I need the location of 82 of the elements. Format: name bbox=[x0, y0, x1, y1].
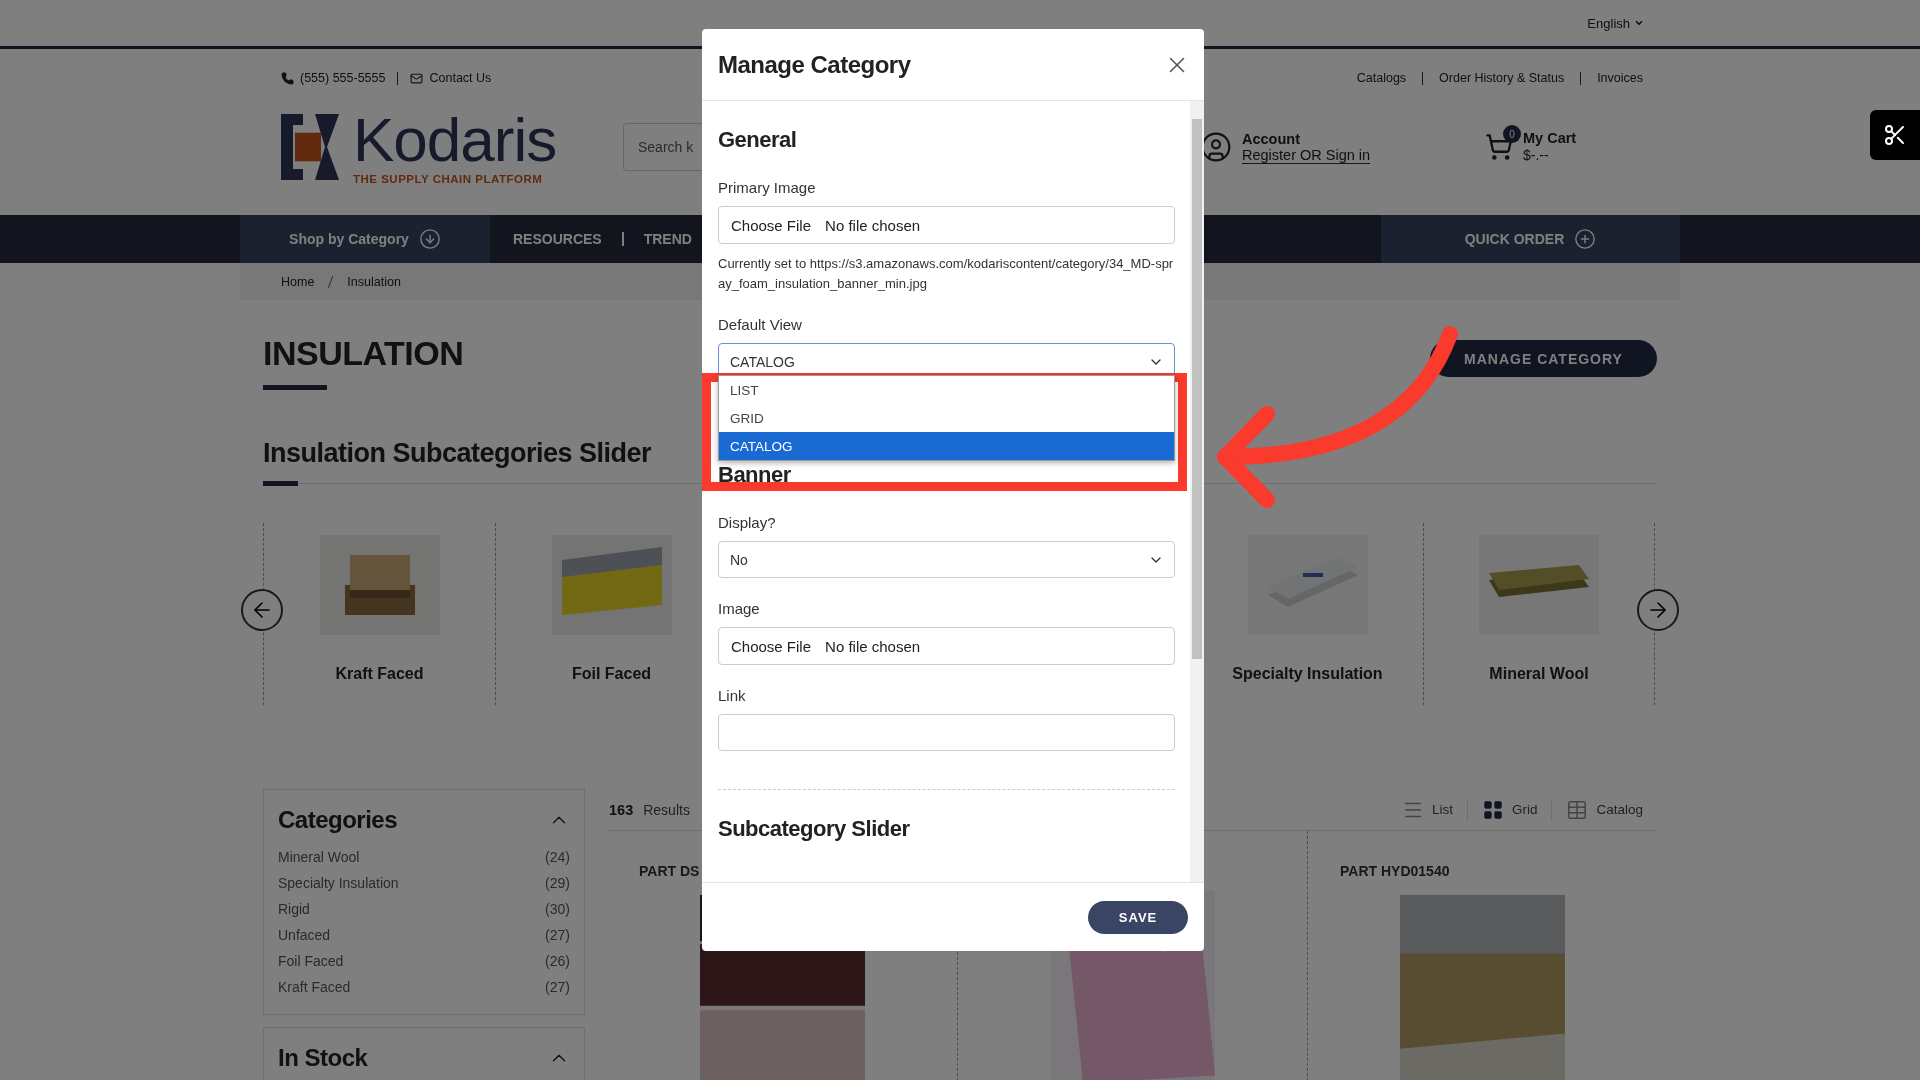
header-link[interactable]: Catalogs bbox=[1356, 71, 1407, 85]
save-button[interactable]: SAVE bbox=[1088, 900, 1188, 934]
filter-count: (27) bbox=[545, 926, 570, 945]
phone-icon bbox=[281, 71, 294, 85]
header-link[interactable]: Invoices bbox=[1597, 71, 1643, 85]
filter-count: (24) bbox=[545, 848, 570, 867]
section-heading: General bbox=[718, 127, 798, 153]
grid-icon bbox=[1481, 798, 1504, 821]
dropdown-option[interactable]: CATALOG bbox=[719, 432, 1174, 460]
language-selector[interactable]: English bbox=[1587, 15, 1644, 31]
filter-item[interactable]: Unfaced bbox=[278, 922, 331, 948]
filter-count: (27) bbox=[545, 978, 570, 997]
field-label: Link bbox=[718, 687, 747, 704]
search-field[interactable]: Search k bbox=[623, 123, 702, 171]
view-toggle[interactable]: Grid bbox=[1466, 798, 1552, 821]
quick-order-button[interactable]: QUICK ORDER bbox=[1381, 215, 1680, 263]
breadcrumb-link[interactable]: Insulation bbox=[347, 274, 401, 289]
file-input-field[interactable]: Choose File No file chosen bbox=[718, 206, 1175, 244]
filter-item[interactable]: Mineral Wool bbox=[278, 844, 360, 870]
field-label: Display? bbox=[718, 514, 777, 531]
section-heading: Subcategory Slider bbox=[718, 816, 911, 842]
link-input-field[interactable] bbox=[718, 714, 1175, 751]
phone-link[interactable]: (555) 555-5555 bbox=[300, 71, 386, 85]
filter-item[interactable]: Kraft Faced bbox=[278, 974, 351, 1000]
filter-title: In Stock bbox=[278, 1044, 368, 1072]
header-link[interactable]: Order History & Status bbox=[1439, 71, 1565, 85]
choose-file-button[interactable]: Choose File bbox=[731, 216, 812, 234]
nav-link[interactable]: TREND bbox=[643, 215, 692, 263]
plus-circle-icon bbox=[1574, 228, 1597, 250]
subcategory-label[interactable]: Foil Faced bbox=[571, 665, 652, 683]
results-label: Results bbox=[643, 801, 690, 818]
manage-category-button[interactable]: MANAGE CATEGORY bbox=[1430, 340, 1657, 377]
current-image-note: Currently set to https://s3.amazonaws.com/kodariscontent/category/34_MD-spray_foam_insulation_banner_min.jpg bbox=[718, 255, 1175, 293]
filter-title: Categories bbox=[278, 806, 398, 834]
logo-wordmark: Kodaris bbox=[353, 109, 557, 171]
account-title: Account bbox=[1242, 130, 1301, 147]
subcategory-label[interactable]: Specialty Insulation bbox=[1232, 665, 1383, 683]
field-label: Default View bbox=[718, 316, 803, 333]
filter-count: (26) bbox=[545, 952, 570, 971]
filter-item[interactable]: Rigid bbox=[278, 896, 310, 922]
shop-by-category-button[interactable]: Shop by Category bbox=[240, 215, 490, 263]
next-button[interactable] bbox=[1637, 589, 1679, 631]
cart-total: $-.-- bbox=[1523, 147, 1549, 163]
field-label: Image bbox=[718, 600, 761, 617]
view-toggle[interactable]: Catalog bbox=[1551, 798, 1657, 821]
logo-tagline: THE SUPPLY CHAIN PLATFORM bbox=[353, 173, 543, 185]
table-icon bbox=[1566, 798, 1589, 821]
view-toggle[interactable]: List bbox=[1387, 798, 1467, 821]
filter-count: (30) bbox=[545, 900, 570, 919]
part-number: PART DS bbox=[639, 863, 701, 879]
section-heading: Banner bbox=[718, 462, 792, 488]
section-title: Insulation Subcategories Slider bbox=[263, 438, 652, 469]
scissors-icon bbox=[1883, 123, 1907, 147]
filter-count: (29) bbox=[545, 874, 570, 893]
file-input-field[interactable]: Choose File No file chosen bbox=[718, 627, 1175, 665]
field-label: Primary Image bbox=[718, 179, 817, 196]
logo-icon bbox=[281, 114, 339, 180]
file-status-text: No file chosen bbox=[825, 216, 921, 234]
dropdown-option[interactable]: LIST bbox=[719, 376, 1174, 404]
mail-icon bbox=[410, 71, 424, 85]
filter-item[interactable]: Specialty Insulation bbox=[278, 870, 399, 896]
contact-link[interactable]: Contact Us bbox=[429, 71, 492, 85]
dropdown-option[interactable]: GRID bbox=[719, 404, 1174, 432]
subcategory-label[interactable]: Kraft Faced bbox=[335, 665, 424, 683]
choose-file-button[interactable]: Choose File bbox=[731, 637, 812, 655]
select-field[interactable]: No bbox=[718, 541, 1175, 578]
nav-link[interactable]: RESOURCES bbox=[513, 215, 602, 263]
cart-title: My Cart bbox=[1523, 130, 1577, 146]
file-status-text: No file chosen bbox=[825, 637, 921, 655]
breadcrumb-link[interactable]: Home bbox=[281, 274, 315, 289]
part-number: PART HYD01540 bbox=[1340, 863, 1451, 879]
page-title: INSULATION bbox=[263, 334, 464, 373]
arrow-down-circle-icon bbox=[418, 228, 441, 250]
filter-item[interactable]: Foil Faced bbox=[278, 948, 344, 974]
previous-button[interactable] bbox=[241, 589, 283, 631]
results-count: 163 bbox=[609, 801, 634, 818]
subcategory-label[interactable]: Mineral Wool bbox=[1489, 665, 1589, 683]
cart-count-badge: 0 bbox=[1503, 125, 1521, 143]
tools-button[interactable] bbox=[1870, 110, 1920, 160]
caret-icon bbox=[1634, 18, 1644, 28]
dialog-title: Manage Category bbox=[718, 50, 911, 79]
sign-in-link[interactable]: Register OR Sign in bbox=[1242, 146, 1371, 164]
